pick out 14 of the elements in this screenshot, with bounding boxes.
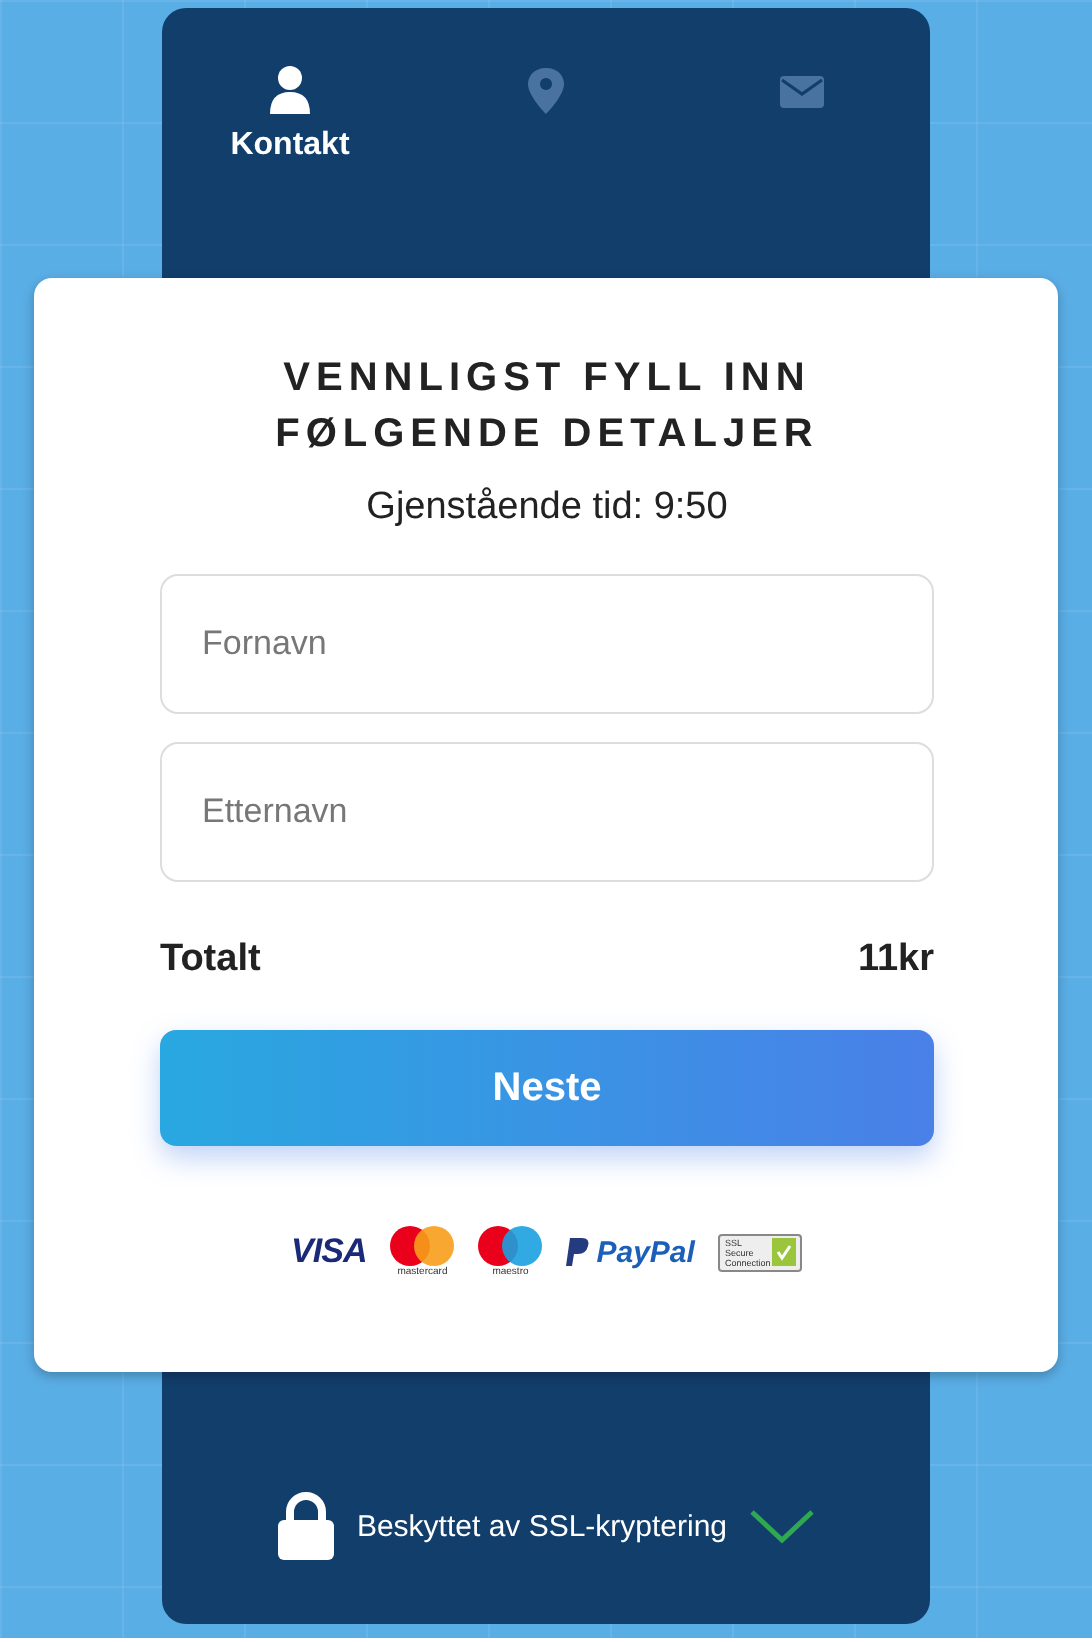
form-title: VENNLIGST FYLL INN FØLGENDE DETALJER [273,354,821,460]
input-field[interactable]: Fornavn [160,574,934,714]
person-icon [266,64,314,116]
ssl-text: Beskyttet av SSL-kryptering [356,1509,728,1543]
input-field[interactable]: Etternavn [160,742,934,882]
step-tab[interactable]: Kontakt [162,64,418,164]
checkmark-icon [747,1506,816,1546]
timer-text: Gjenstående tid: 9:50 [364,486,730,530]
lock-icon [276,1492,337,1560]
map-pin-icon [522,64,570,116]
total-value: 11kr [857,938,934,982]
visa-logo: VISA [291,1232,367,1272]
paypal-logo: PayPal [566,1235,695,1269]
total-label: Totalt [160,938,261,982]
